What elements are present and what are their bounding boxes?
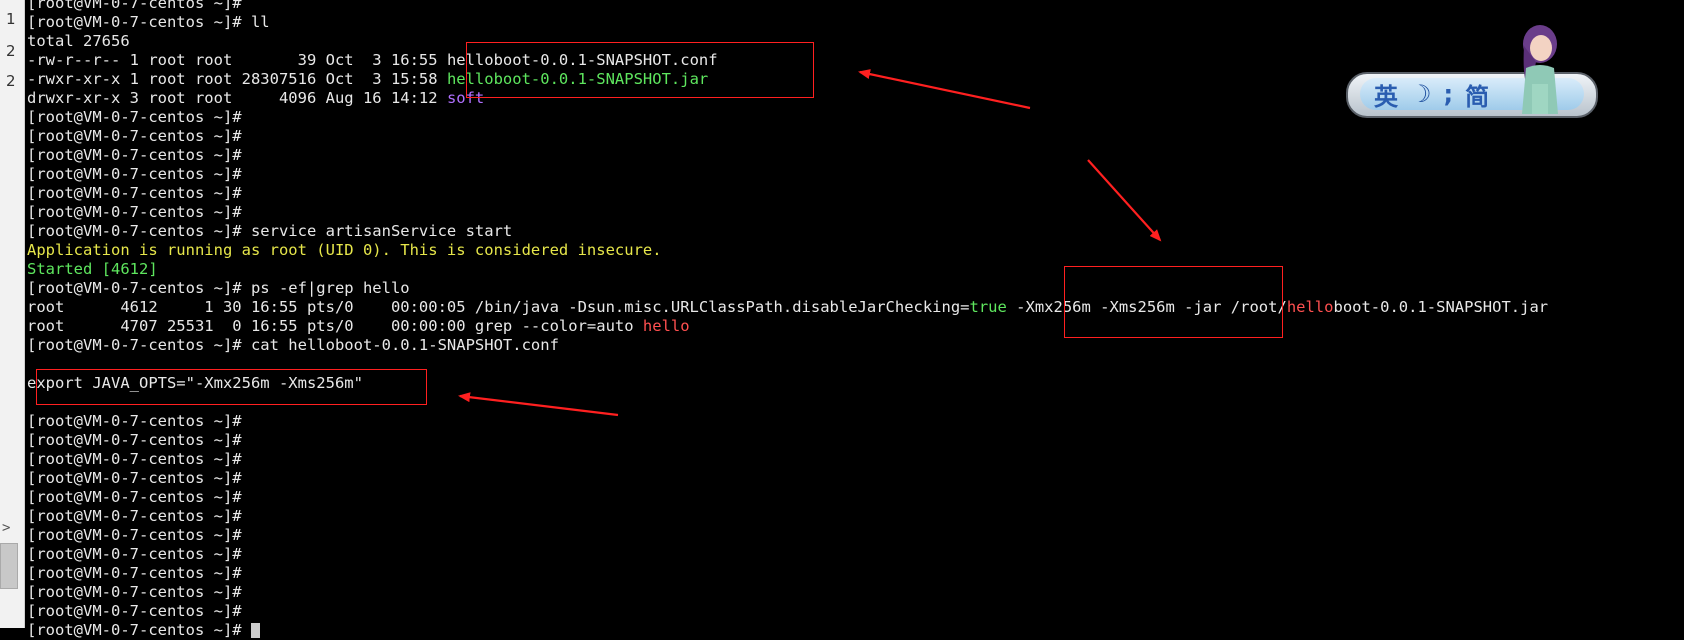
arrow-to-jvm-args [1087,159,1162,242]
arrow-to-files [858,69,1031,110]
arrow-to-export [458,392,619,417]
ime-punctuation-toggle[interactable]: ; [1444,80,1454,108]
ime-language-toggle[interactable]: 英 [1374,77,1398,112]
ime-halfwidth-icon[interactable]: ☽ [1410,80,1432,108]
ime-skin-figure-icon [1522,25,1558,114]
ime-simplified-toggle[interactable]: 简 [1465,77,1489,112]
